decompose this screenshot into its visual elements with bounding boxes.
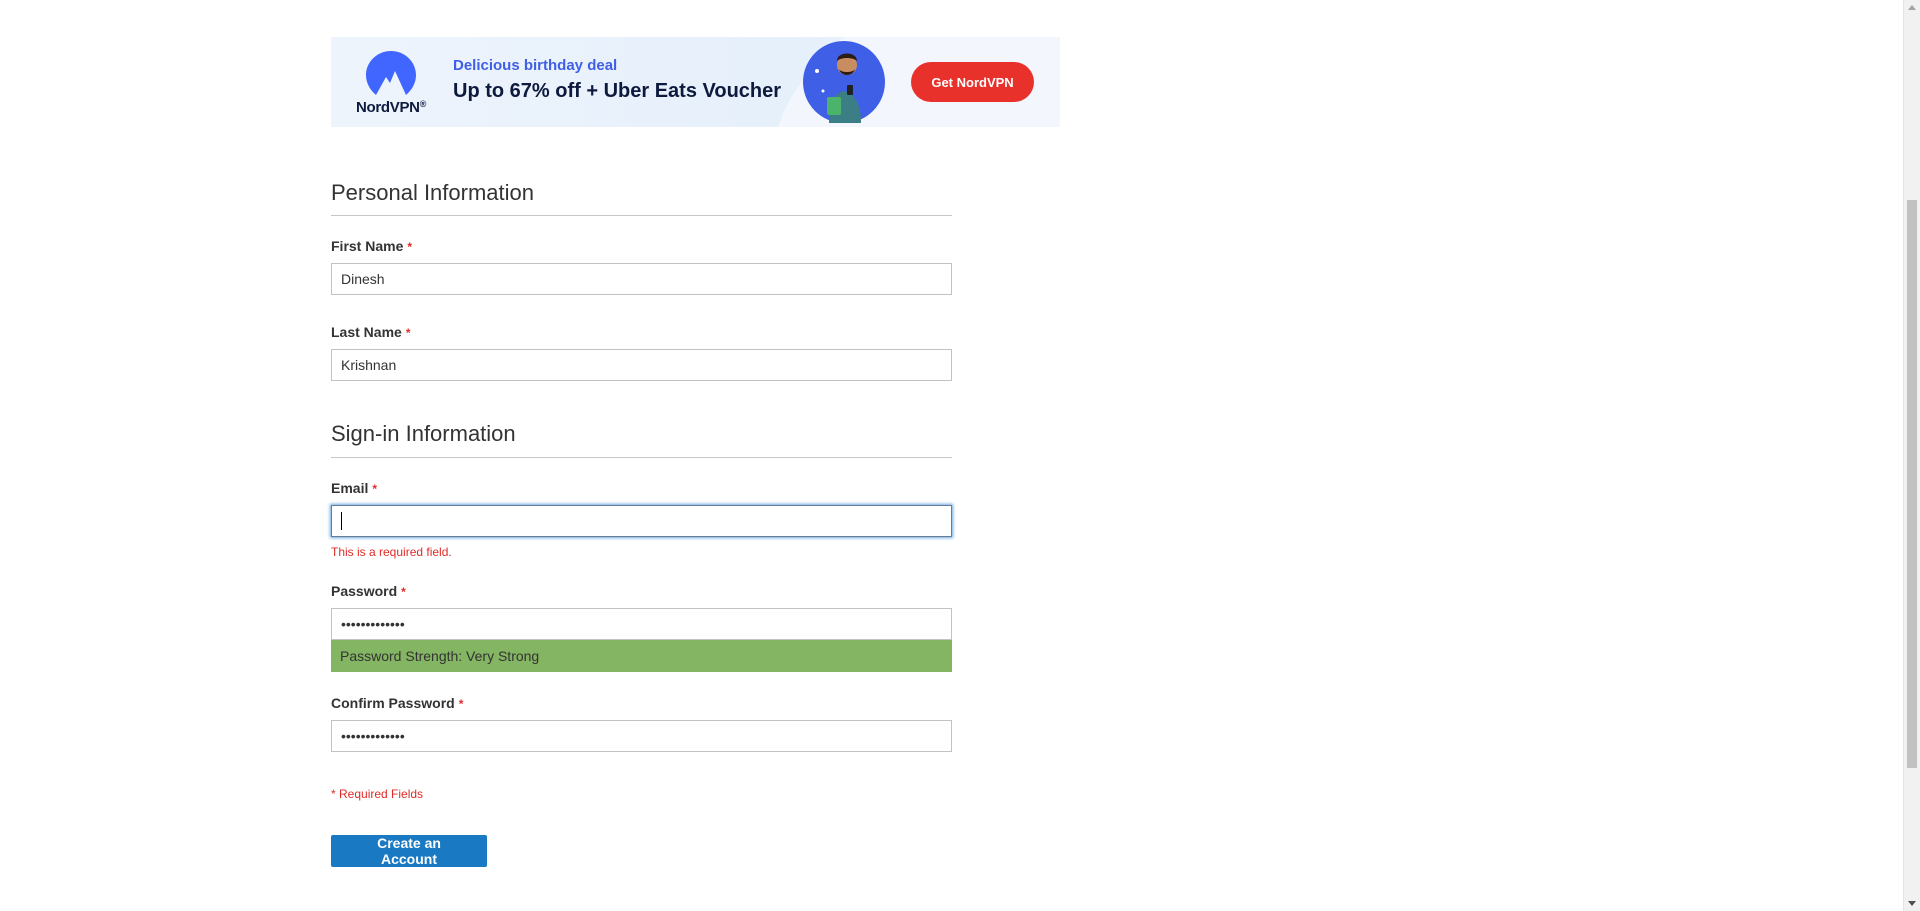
ad-eyebrow-text: Delicious birthday deal: [453, 57, 618, 74]
confirm-password-field: Confirm Password *: [331, 694, 952, 752]
nordvpn-mountain-icon: [366, 51, 416, 95]
required-asterisk: *: [405, 326, 411, 341]
confirm-password-input[interactable]: [331, 719, 952, 752]
create-account-form: Personal Information First Name* Last Na…: [331, 170, 952, 867]
email-error-message: This is a required field.: [331, 544, 452, 559]
required-asterisk: *: [401, 584, 406, 599]
personal-information-heading: Personal Information: [331, 180, 952, 217]
password-field: Password* Password Strength: Very Strong: [331, 582, 952, 672]
confirm-password-label: Confirm Password: [331, 694, 455, 711]
password-label: Password: [331, 582, 398, 599]
password-strength-meter: Password Strength: Very Strong: [331, 639, 952, 672]
ad-person-illustration: [803, 41, 885, 123]
last-name-input[interactable]: [331, 349, 952, 382]
password-input[interactable]: [331, 607, 952, 640]
page: NordVPN® Delicious birthday deal Up to 6…: [0, 0, 1920, 911]
get-nordvpn-button[interactable]: Get NordVPN: [911, 62, 1034, 102]
required-asterisk: *: [407, 240, 413, 255]
sign-in-information-heading: Sign-in Information: [331, 421, 952, 458]
email-input[interactable]: [331, 504, 952, 537]
scroll-down-arrow-icon[interactable]: [1908, 901, 1916, 906]
nordvpn-ad-banner[interactable]: NordVPN® Delicious birthday deal Up to 6…: [331, 37, 1060, 127]
email-label: Email: [331, 479, 369, 496]
nordvpn-logo: NordVPN®: [351, 51, 427, 117]
scrollbar-thumb[interactable]: [1907, 200, 1917, 768]
required-asterisk: *: [372, 481, 378, 496]
nordvpn-registered-mark: ®: [419, 99, 427, 109]
first-name-input[interactable]: [331, 263, 952, 296]
last-name-label: Last Name: [331, 324, 402, 341]
text-caret: [341, 511, 342, 530]
last-name-field: Last Name *: [331, 323, 952, 382]
ad-headline: Up to 67% off + Uber Eats Voucher: [453, 80, 782, 102]
create-account-button[interactable]: Create an Account: [331, 834, 487, 867]
required-asterisk: *: [458, 696, 464, 711]
scroll-up-arrow-icon[interactable]: [1908, 5, 1916, 10]
nordvpn-logo-text: NordVPN: [355, 99, 420, 116]
email-field: Email * This is a required field.: [331, 479, 952, 559]
vertical-scrollbar[interactable]: [1903, 0, 1920, 911]
email-input-wrapper: [331, 504, 952, 537]
first-name-label: First Name: [331, 238, 404, 255]
first-name-field: First Name *: [331, 237, 952, 296]
required-fields-note: * Required Fields: [331, 786, 424, 801]
